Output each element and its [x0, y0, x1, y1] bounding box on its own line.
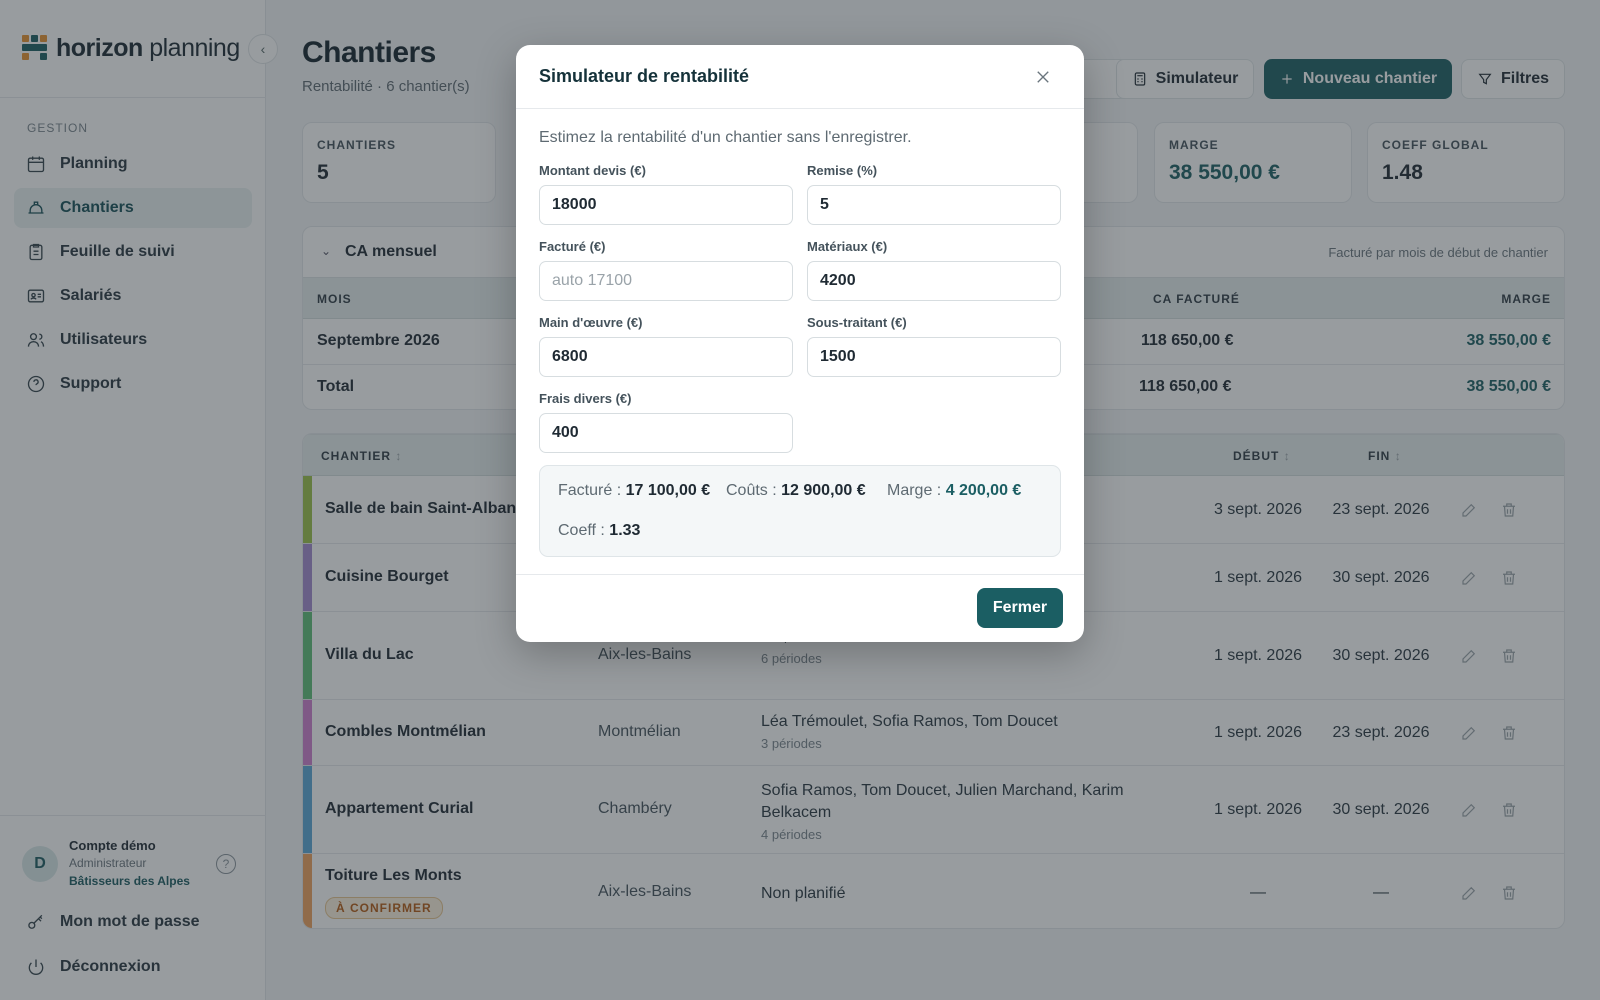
discount-input[interactable] [807, 185, 1061, 225]
materials-label: Matériaux (€) [807, 239, 888, 254]
billed-input[interactable] [539, 261, 793, 301]
simulation-result: Facturé : 17 100,00 € Coûts : 12 900,00 … [539, 465, 1061, 557]
result-costs: Coûts : 12 900,00 € [726, 482, 866, 499]
result-coeff: Coeff : 1.33 [558, 522, 641, 539]
subcontractor-label: Sous-traitant (€) [807, 315, 907, 330]
close-icon[interactable] [1034, 68, 1052, 86]
misc-input[interactable] [539, 413, 793, 453]
close-button[interactable]: Fermer [977, 588, 1063, 628]
labour-input[interactable] [539, 337, 793, 377]
misc-label: Frais divers (€) [539, 391, 632, 406]
divider [516, 574, 1084, 575]
modal-description: Estimez la rentabilité d'un chantier san… [539, 129, 912, 146]
modal-title: Simulateur de rentabilité [539, 66, 750, 86]
quote-input[interactable] [539, 185, 793, 225]
materials-input[interactable] [807, 261, 1061, 301]
divider [516, 108, 1084, 109]
result-billed: Facturé : 17 100,00 € [558, 482, 711, 499]
subcontractor-input[interactable] [807, 337, 1061, 377]
profitability-simulator-modal: Simulateur de rentabilité Estimez la ren… [516, 45, 1084, 642]
result-margin: Marge : 4 200,00 € [887, 482, 1022, 499]
labour-label: Main d'œuvre (€) [539, 315, 643, 330]
billed-label: Facturé (€) [539, 239, 606, 254]
discount-label: Remise (%) [807, 163, 878, 178]
quote-label: Montant devis (€) [539, 163, 646, 178]
